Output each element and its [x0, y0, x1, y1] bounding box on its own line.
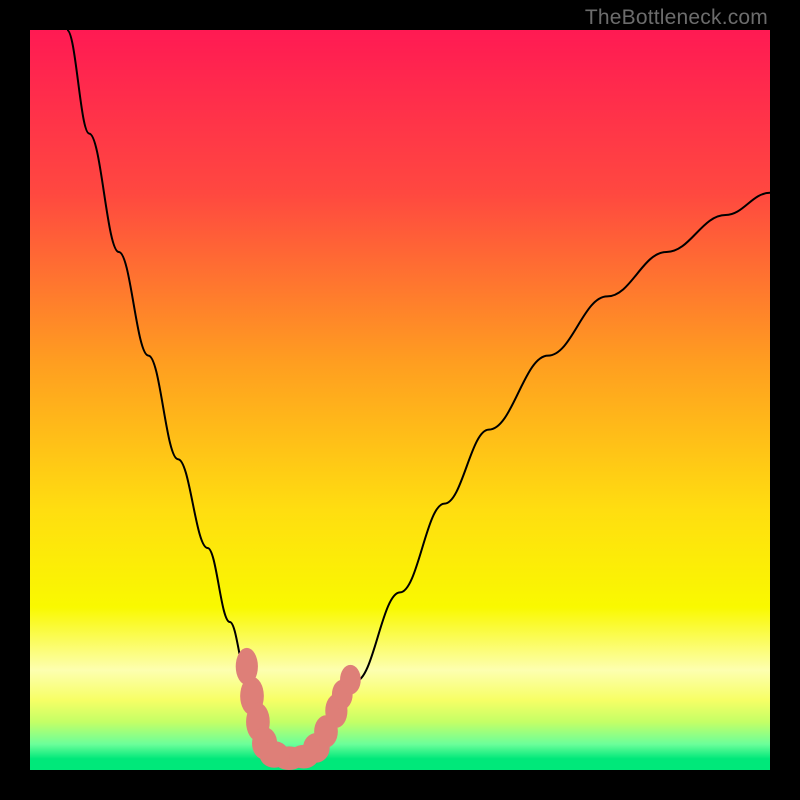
bead-marker	[340, 665, 361, 695]
bottleneck-chart	[30, 30, 770, 770]
chart-container: TheBottleneck.com	[0, 0, 800, 800]
plot-background	[30, 30, 770, 770]
watermark-text: TheBottleneck.com	[585, 6, 768, 30]
